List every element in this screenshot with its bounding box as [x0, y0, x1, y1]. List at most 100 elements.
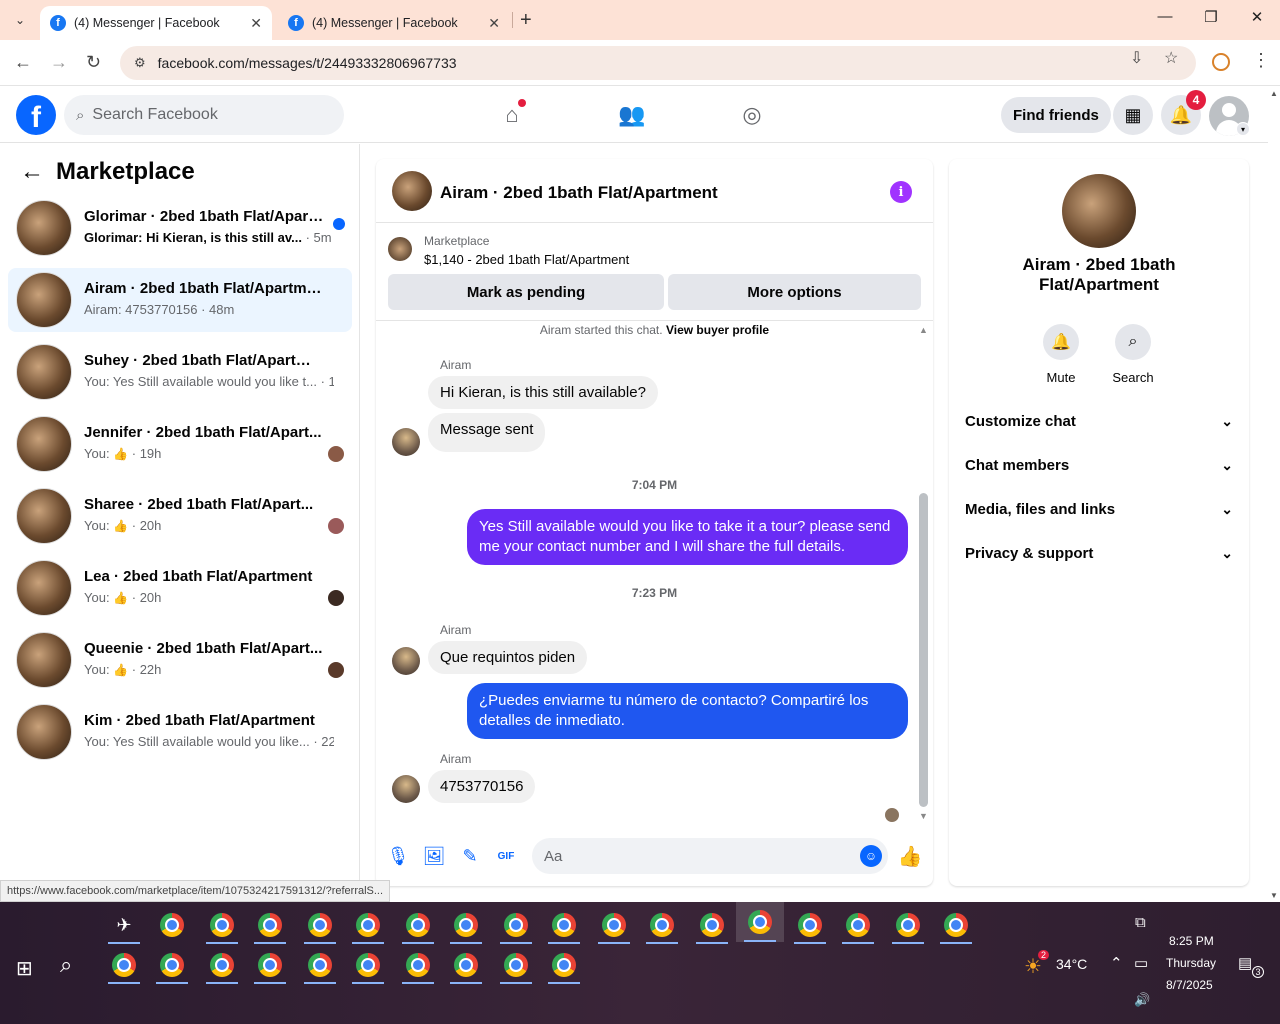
- tab-messenger-active[interactable]: f (4) Messenger | Facebook ✕: [40, 6, 272, 40]
- facebook-logo-icon[interactable]: f: [16, 95, 56, 135]
- taskbar-chrome-icon[interactable]: [250, 946, 290, 984]
- taskbar-chrome-icon[interactable]: [594, 906, 634, 944]
- volume-icon[interactable]: 🔊: [1134, 992, 1150, 1008]
- taskbar-chrome-icon[interactable]: [496, 946, 536, 984]
- scroll-up-icon[interactable]: ▲: [1270, 89, 1278, 98]
- gif-icon[interactable]: GIF: [494, 844, 518, 868]
- action-center-icon[interactable]: ▤: [1238, 954, 1252, 972]
- new-tab-icon[interactable]: +: [520, 9, 532, 32]
- message-input[interactable]: Aa: [532, 838, 888, 874]
- mute-button[interactable]: 🔔 Mute: [1031, 324, 1091, 385]
- conversation-item[interactable]: Lea · 2bed 1bath Flat/Apartment You: 👍 ·…: [8, 556, 352, 620]
- tab-search-button[interactable]: ⌄: [8, 8, 32, 32]
- media-files-links-section[interactable]: Media, files and links ⌄: [965, 489, 1233, 529]
- address-bar[interactable]: ⚙ facebook.com/messages/t/24493332806967…: [120, 46, 1196, 80]
- find-friends-button[interactable]: Find friends: [1001, 97, 1111, 133]
- search-conversation-button[interactable]: ⌕ Search: [1103, 324, 1163, 385]
- taskbar-chrome-icon[interactable]: [496, 906, 536, 944]
- chat-avatar[interactable]: [392, 171, 432, 211]
- clock-date[interactable]: 8/7/2025: [1166, 978, 1213, 992]
- customize-chat-section[interactable]: Customize chat ⌄: [965, 401, 1233, 441]
- taskbar-chrome-icon[interactable]: [398, 946, 438, 984]
- taskbar-chrome-icon[interactable]: [300, 906, 340, 944]
- site-info-icon[interactable]: ⚙: [134, 55, 146, 71]
- taskbar-chrome-icon[interactable]: [152, 946, 192, 984]
- sender-avatar[interactable]: [392, 775, 420, 803]
- chat-details-avatar[interactable]: [1062, 174, 1136, 248]
- view-buyer-profile-link[interactable]: View buyer profile: [666, 323, 769, 337]
- close-tab-icon[interactable]: ✕: [250, 15, 262, 32]
- taskbar-chrome-icon[interactable]: [104, 946, 144, 984]
- more-options-button[interactable]: More options: [668, 274, 921, 310]
- scroll-down-icon[interactable]: ▼: [919, 811, 928, 821]
- microphone-icon[interactable]: 🎙: [386, 844, 410, 868]
- taskbar-chrome-icon[interactable]: [888, 906, 928, 944]
- tab-messenger[interactable]: f (4) Messenger | Facebook ✕: [278, 6, 510, 40]
- taskbar-chrome-icon[interactable]: [348, 946, 388, 984]
- taskbar-chrome-icon[interactable]: [936, 906, 976, 944]
- taskbar-chrome-icon[interactable]: [790, 906, 830, 944]
- browser-profile-icon[interactable]: [1212, 53, 1230, 71]
- sender-avatar[interactable]: [392, 428, 420, 456]
- mark-as-pending-button[interactable]: Mark as pending: [388, 274, 664, 310]
- incoming-message[interactable]: Hi Kieran, is this still available?: [428, 376, 658, 409]
- menu-grid-icon[interactable]: ▦: [1113, 95, 1153, 135]
- weather-temperature[interactable]: 34°C: [1056, 956, 1087, 972]
- incoming-message[interactable]: Message sent: [428, 413, 546, 452]
- outgoing-message[interactable]: Yes Still available would you like to ta…: [467, 509, 908, 565]
- listing-price[interactable]: $1,140 - 2bed 1bath Flat/Apartment: [424, 252, 629, 267]
- incoming-message[interactable]: Que requintos piden: [428, 641, 588, 674]
- facebook-search-input[interactable]: ⌕ Search Facebook: [64, 95, 344, 135]
- back-arrow-icon[interactable]: ←: [20, 158, 44, 186]
- chat-scrollbar[interactable]: [919, 493, 928, 807]
- close-window-icon[interactable]: ✕: [1234, 8, 1280, 26]
- install-app-icon[interactable]: ⇩: [1130, 48, 1143, 68]
- taskbar-app-icon[interactable]: ✈: [104, 906, 144, 944]
- chat-members-section[interactable]: Chat members ⌄: [965, 445, 1233, 485]
- taskbar-chrome-icon[interactable]: [544, 906, 584, 944]
- photo-icon[interactable]: 🖼: [422, 844, 446, 868]
- taskbar-chrome-icon[interactable]: [202, 906, 242, 944]
- sender-avatar[interactable]: [392, 647, 420, 675]
- privacy-support-section[interactable]: Privacy & support ⌄: [965, 533, 1233, 573]
- taskbar-chrome-icon[interactable]: [838, 906, 878, 944]
- back-icon[interactable]: ←: [14, 52, 32, 73]
- bookmark-star-icon[interactable]: ☆: [1164, 48, 1178, 68]
- sticker-icon[interactable]: ✎: [458, 844, 482, 868]
- info-icon[interactable]: i: [890, 181, 912, 203]
- minimize-icon[interactable]: —: [1142, 8, 1188, 25]
- conversation-item[interactable]: Jennifer · 2bed 1bath Flat/Apart... You:…: [8, 412, 352, 476]
- incoming-message[interactable]: 4753770156: [428, 770, 536, 803]
- taskbar-chrome-icon[interactable]: [250, 906, 290, 944]
- taskbar-chrome-icon[interactable]: [152, 906, 192, 944]
- browser-menu-icon[interactable]: ⋮: [1252, 50, 1270, 71]
- conversation-item[interactable]: Queenie · 2bed 1bath Flat/Apart... You: …: [8, 628, 352, 692]
- chat-title[interactable]: Airam · 2bed 1bath Flat/Apartment: [440, 183, 718, 203]
- taskbar-chrome-icon[interactable]: [692, 906, 732, 944]
- taskbar-chrome-icon[interactable]: [202, 946, 242, 984]
- friends-icon[interactable]: 👥: [616, 99, 648, 131]
- taskbar-chrome-icon[interactable]: [544, 946, 584, 984]
- home-icon[interactable]: ⌂: [496, 99, 528, 131]
- taskbar-chrome-icon-active[interactable]: [736, 902, 784, 942]
- network-icon[interactable]: ▭: [1134, 954, 1148, 972]
- chevron-up-icon[interactable]: ⌃: [1110, 954, 1123, 972]
- groups-icon[interactable]: ◎: [736, 99, 768, 131]
- taskbar-chrome-icon[interactable]: [398, 906, 438, 944]
- taskbar-chrome-icon[interactable]: [300, 946, 340, 984]
- listing-thumbnail[interactable]: [388, 237, 412, 261]
- conversation-item[interactable]: Glorimar · 2bed 1bath Flat/Apart... Glor…: [8, 196, 352, 260]
- conversation-item-selected[interactable]: Airam · 2bed 1bath Flat/Apartment Airam:…: [8, 268, 352, 332]
- taskbar-search-icon[interactable]: ⌕: [60, 952, 72, 978]
- conversation-item[interactable]: Kim · 2bed 1bath Flat/Apartment You: Yes…: [8, 700, 352, 764]
- taskbar-chrome-icon[interactable]: [446, 906, 486, 944]
- windows-start-icon[interactable]: ⊞: [16, 956, 33, 981]
- scroll-down-icon[interactable]: ▼: [1270, 891, 1278, 900]
- conversation-item[interactable]: Suhey · 2bed 1bath Flat/Apartment You: Y…: [8, 340, 352, 404]
- taskbar-chrome-icon[interactable]: [446, 946, 486, 984]
- taskbar-chrome-icon[interactable]: [348, 906, 388, 944]
- taskbar-chrome-icon[interactable]: [642, 906, 682, 944]
- outgoing-message[interactable]: ¿Puedes enviarme tu número de contacto? …: [467, 683, 908, 739]
- reload-icon[interactable]: ↻: [86, 52, 101, 73]
- page-scrollbar[interactable]: ▲ ▼: [1268, 87, 1280, 902]
